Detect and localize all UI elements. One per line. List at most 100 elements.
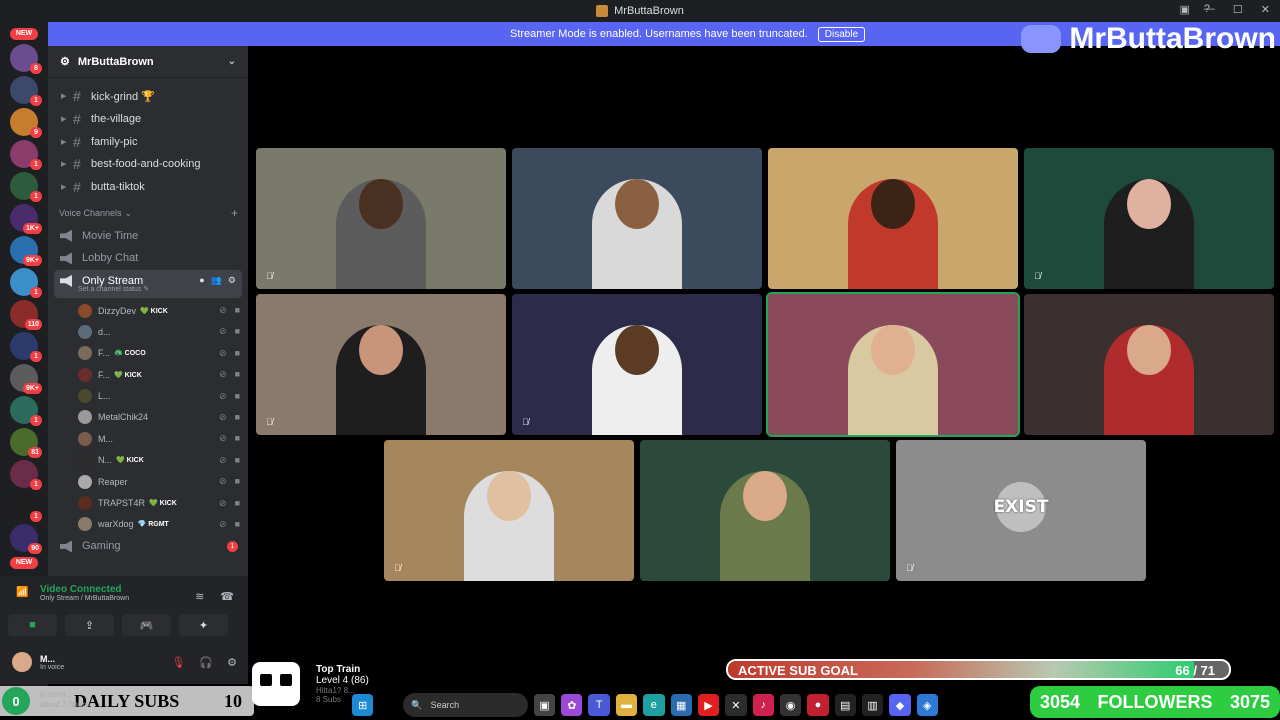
edge-icon[interactable]: e xyxy=(643,694,665,716)
disable-streamer-mode-button[interactable]: Disable xyxy=(817,26,866,42)
guild-header[interactable]: ⚙ MrButtaBrown ⌄ xyxy=(48,46,248,78)
user-status: In voice xyxy=(40,663,65,671)
video-tile[interactable]: 🎙̸ xyxy=(256,294,506,435)
voice-member[interactable]: F... 💚 KICK ⊘ ■ xyxy=(48,364,248,385)
voice-channels-category[interactable]: Voice Channels ⌄ + xyxy=(48,202,248,224)
text-channel[interactable]: ▶ # the-village xyxy=(48,108,248,131)
voice-member[interactable]: L... ⊘ ■ xyxy=(48,385,248,406)
muted-mic-icon: 🎙̸ xyxy=(1034,271,1041,281)
server-icon[interactable]: 1 xyxy=(10,76,42,106)
app-icon[interactable]: ▤ xyxy=(834,694,856,716)
text-channel[interactable]: ▶ # kick-grind 🏆 xyxy=(48,85,248,108)
new-unreads-pill[interactable]: NEW xyxy=(10,28,38,40)
video-tile[interactable] xyxy=(768,148,1018,289)
file-explorer-icon[interactable]: ▬ xyxy=(615,694,638,716)
server-icon[interactable]: 1 xyxy=(10,396,42,426)
server-icon[interactable]: 1 xyxy=(10,332,42,362)
teams-icon[interactable]: T xyxy=(588,694,610,716)
noise-suppression-icon[interactable]: ≋ xyxy=(195,590,204,603)
voice-member[interactable]: MetalChik24 ⊘ ■ xyxy=(48,407,248,428)
server-icon[interactable]: 9K+ xyxy=(10,364,42,394)
activity-button[interactable]: 🎮 xyxy=(122,614,171,636)
youtube-icon[interactable]: ▶ xyxy=(697,694,720,716)
user-panel[interactable]: M... In voice 🎙 🎧 ⚙ xyxy=(12,652,237,672)
app-icon[interactable]: ▥ xyxy=(861,694,884,716)
video-icon: ■ xyxy=(234,305,240,315)
gear-icon[interactable]: ⚙ xyxy=(227,656,237,669)
minimize-button[interactable]: — xyxy=(1204,3,1215,16)
video-tile[interactable]: EXIST 🎙̸ xyxy=(896,440,1146,581)
soundboard-button[interactable]: ✦ xyxy=(179,614,228,636)
terminal-icon[interactable]: ✕ xyxy=(725,694,747,716)
app-icon[interactable]: ◈ xyxy=(916,694,938,716)
video-tile[interactable]: 🎙̸ xyxy=(256,148,506,289)
video-tile[interactable] xyxy=(640,440,890,581)
text-channel[interactable]: ▶ # family-pic xyxy=(48,130,248,153)
video-tile[interactable] xyxy=(766,292,1020,437)
video-tile[interactable] xyxy=(1024,294,1274,435)
channel-sidebar: ⚙ MrButtaBrown ⌄ ▶ # kick-grind 🏆 ▶ # the-vil… xyxy=(48,46,248,576)
server-icon[interactable]: 1 xyxy=(10,140,42,170)
server-icon[interactable]: 1 xyxy=(10,460,42,490)
server-icon[interactable]: 1 xyxy=(10,268,42,298)
voice-member[interactable]: DizzyDev 💚 KICK ⊘ ■ xyxy=(48,300,248,321)
avatar[interactable] xyxy=(12,652,32,672)
tiktok-icon[interactable]: ♪ xyxy=(752,694,774,716)
server-icon[interactable]: 1 xyxy=(10,492,42,522)
server-icon[interactable]: 1 xyxy=(10,172,42,202)
windows-start-icon[interactable]: ⊞ xyxy=(352,694,374,716)
headphones-icon[interactable]: 🎧 xyxy=(199,656,213,669)
channel-label: butta-tiktok xyxy=(91,181,145,194)
app-icon[interactable]: ● xyxy=(807,694,829,716)
task-view-icon[interactable]: ▣ xyxy=(533,694,556,716)
voice-channel-lobby-chat[interactable]: Lobby Chat xyxy=(48,247,248,270)
server-icon[interactable]: 1K+ xyxy=(10,204,42,234)
voice-member[interactable]: Reaper ⊘ ■ xyxy=(48,471,248,492)
camera-button[interactable]: ■ xyxy=(8,614,57,636)
mute-icon[interactable]: 🎙 xyxy=(171,656,185,669)
discord-taskbar-icon[interactable]: ◆ xyxy=(889,694,911,716)
video-icon: ■ xyxy=(234,497,240,508)
voice-member[interactable]: warXdog 💎 RGMT ⊘ ■ xyxy=(48,514,248,535)
voice-channel-gaming[interactable]: Gaming 1 xyxy=(48,535,248,558)
server-icon[interactable]: 90 xyxy=(10,524,42,554)
server-icon[interactable]: 110 xyxy=(10,300,42,330)
server-icon[interactable]: 9 xyxy=(10,108,42,138)
channel-status[interactable]: Set a channel status ✎ xyxy=(60,285,242,293)
app-logo-icon xyxy=(596,5,609,17)
user-name: M... xyxy=(40,653,55,664)
voice-channel-only-stream[interactable]: Only Stream ● 👥 ⚙ Set a channel status ✎ xyxy=(54,269,242,298)
obs-icon[interactable]: ◉ xyxy=(779,694,802,716)
voice-member[interactable]: TRAPST4R 💚 KICK ⊘ ■ xyxy=(48,492,248,513)
add-channel-icon[interactable]: + xyxy=(231,206,238,220)
screen-share-button[interactable]: ⇪ xyxy=(65,614,114,636)
voice-member[interactable]: N... 💚 KICK ⊘ ■ xyxy=(48,450,248,471)
video-tile[interactable]: 🎙̸ xyxy=(512,294,762,435)
video-tile[interactable] xyxy=(512,148,762,289)
server-icon[interactable]: 8 xyxy=(10,44,42,74)
copilot-icon[interactable]: ✿ xyxy=(561,694,583,716)
unread-badge: 1K+ xyxy=(22,223,42,234)
sub-goal-bar: ACTIVE SUB GOAL 66 / 71 xyxy=(726,659,1231,680)
hash-icon: # xyxy=(73,111,81,128)
muted-mic-icon: 🎙̸ xyxy=(906,563,913,573)
server-icon[interactable]: 81 xyxy=(10,428,42,458)
taskbar-search[interactable]: 🔍 Search xyxy=(403,693,528,717)
text-channel[interactable]: ▶ # best-food-and-cooking xyxy=(48,153,248,176)
voice-member[interactable]: d... ⊘ ■ xyxy=(48,321,248,342)
video-tile[interactable]: 🎙̸ xyxy=(1024,148,1274,289)
text-channel[interactable]: ▶ # butta-tiktok xyxy=(48,176,248,199)
voice-member[interactable]: M... ⊘ ■ xyxy=(48,428,248,449)
inbox-icon[interactable]: ▣ xyxy=(1179,3,1189,16)
server-icon[interactable]: 9K+ xyxy=(10,236,42,266)
new-unreads-pill-bottom[interactable]: NEW xyxy=(10,557,38,569)
voice-member[interactable]: F... 🦚 COCO ⊘ ■ xyxy=(48,343,248,364)
close-button[interactable]: ✕ xyxy=(1261,3,1270,16)
voice-channel-movie-time[interactable]: Movie Time xyxy=(48,224,248,247)
video-tile[interactable]: 🎙̸ xyxy=(384,440,634,581)
voice-location[interactable]: Only Stream / MrButtaBrown xyxy=(40,595,129,602)
disconnect-icon[interactable]: ☎ xyxy=(220,590,234,603)
signal-icon[interactable]: 📶 xyxy=(16,587,30,599)
maximize-button[interactable]: ☐ xyxy=(1233,3,1243,16)
store-icon[interactable]: ▦ xyxy=(670,694,692,716)
